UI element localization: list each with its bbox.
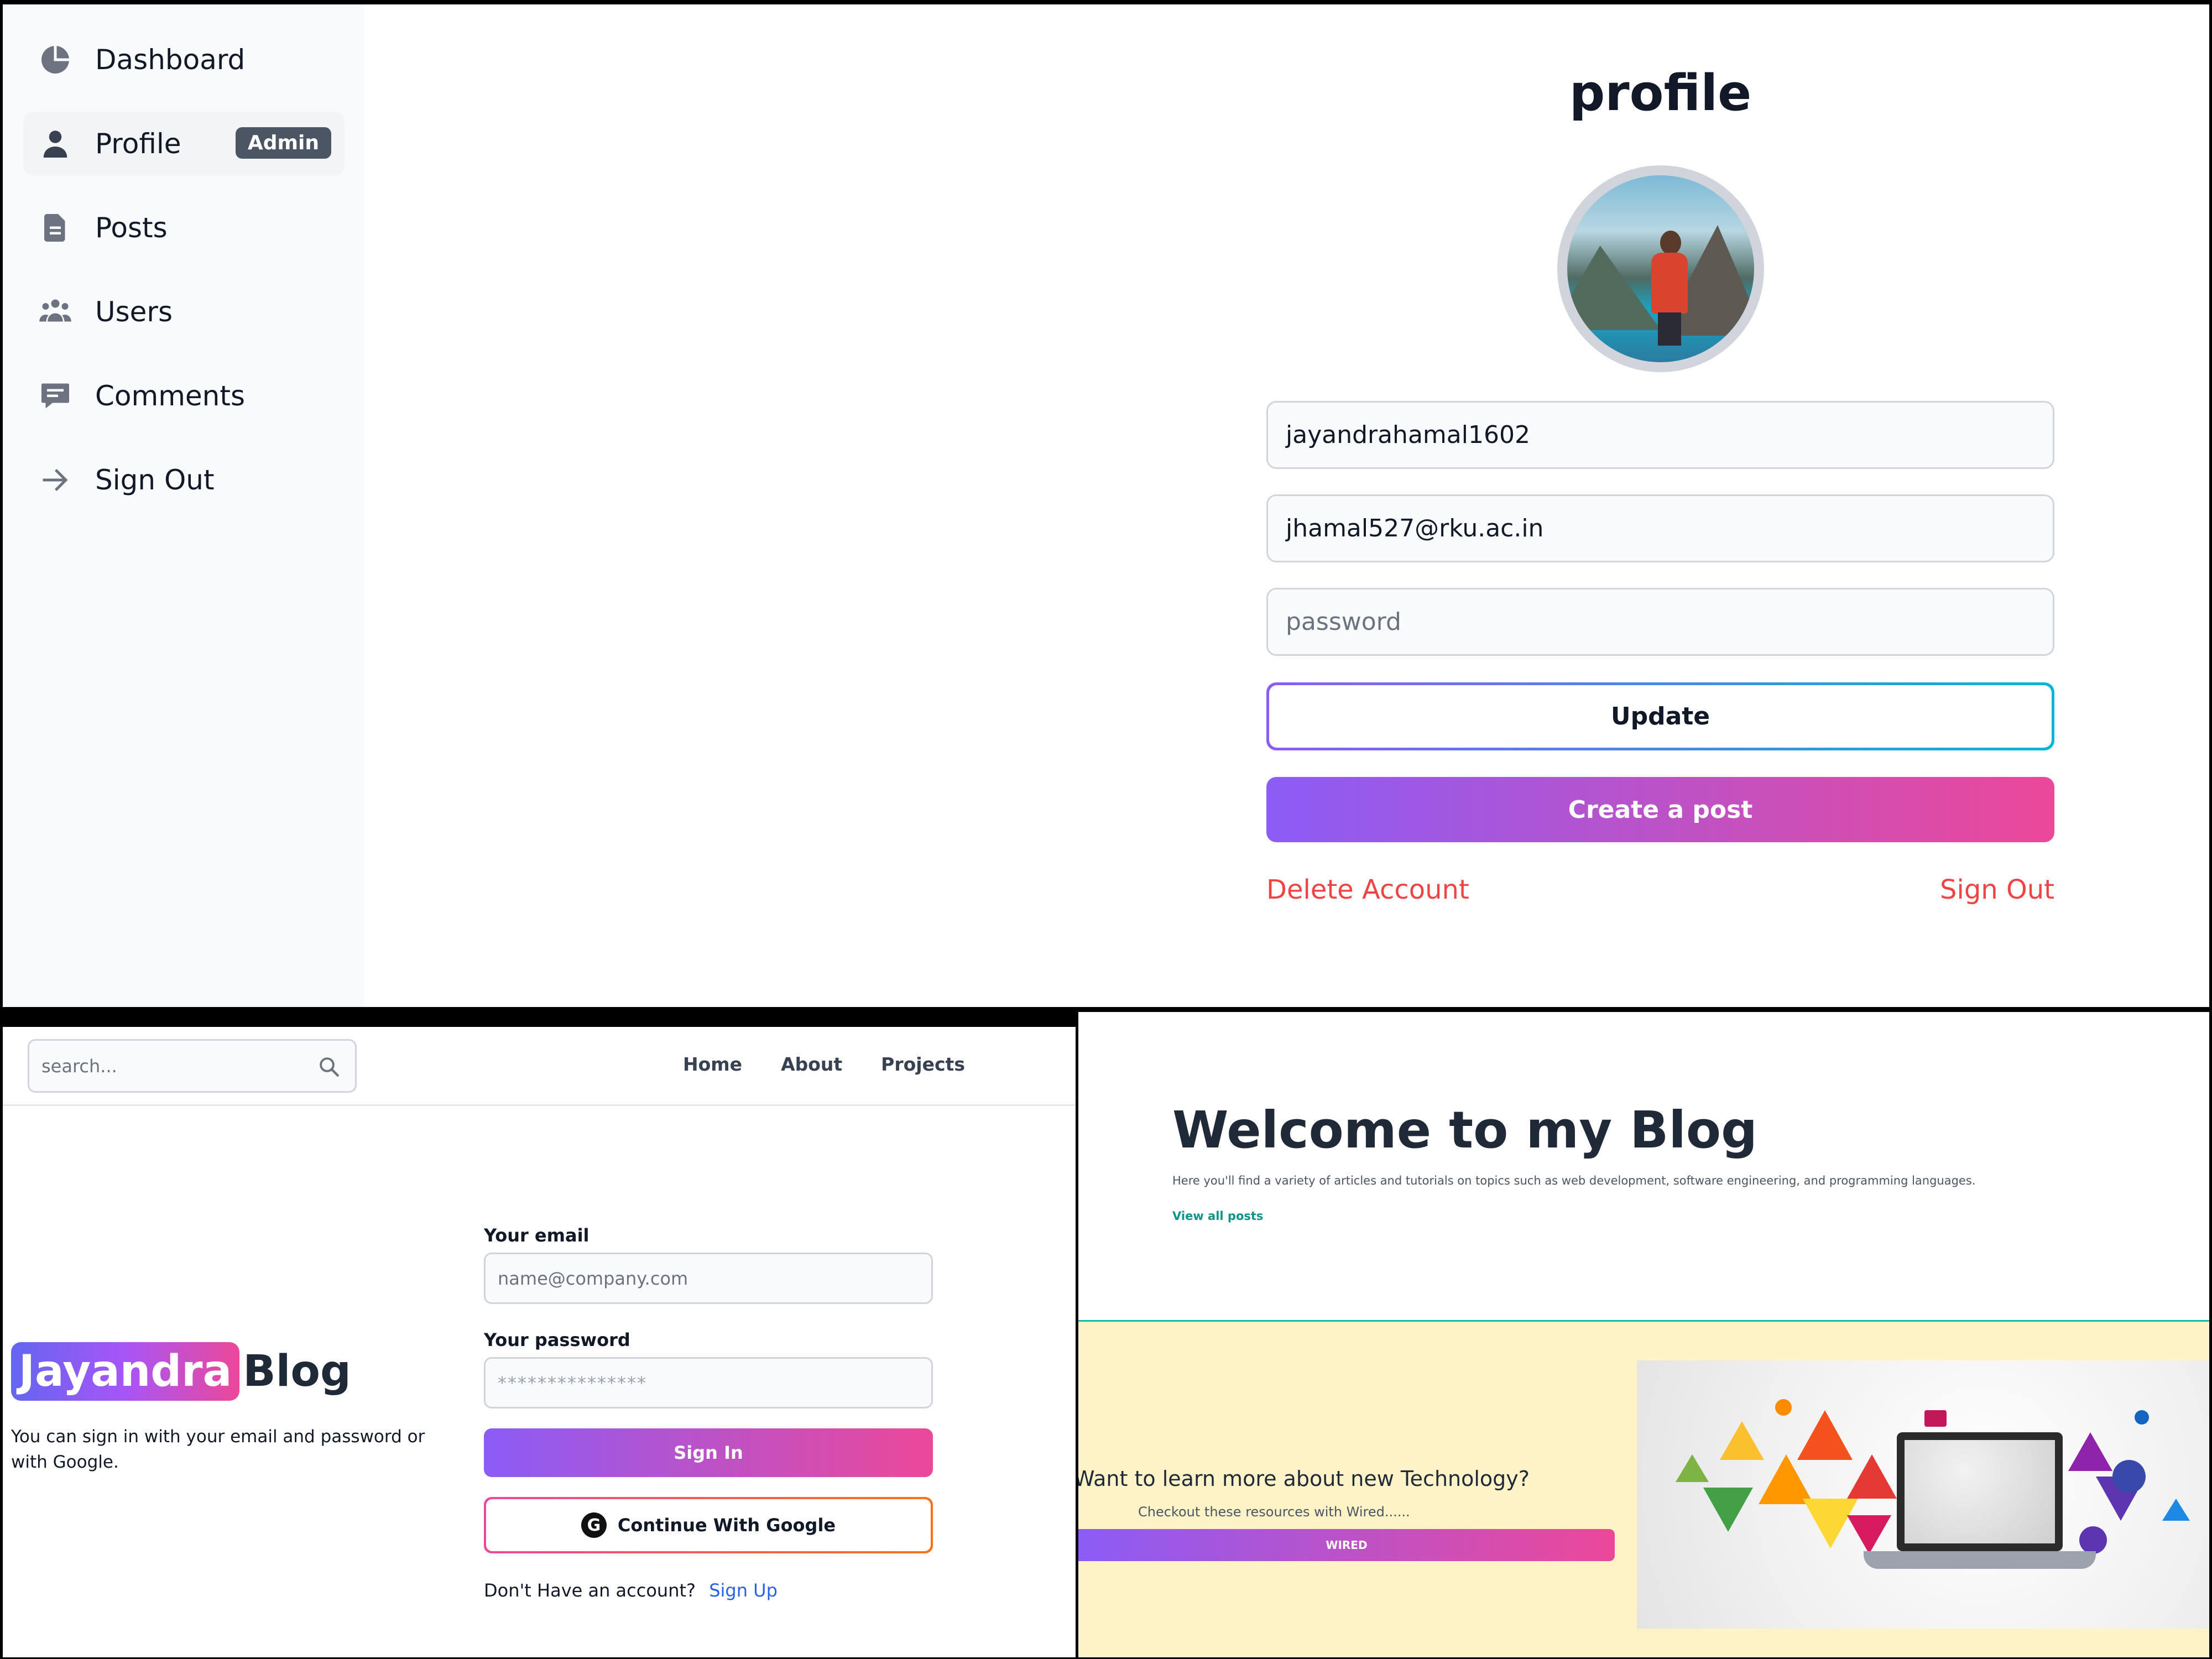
sign-out-link[interactable]: Sign Out [1940, 874, 2054, 905]
cta-subtitle: Checkout these resources with Wired.....… [1138, 1504, 1410, 1520]
nav-links: Home About Projects [683, 1053, 965, 1075]
sidebar-item-users[interactable]: Users [23, 280, 345, 343]
update-button-label: Update [1269, 685, 2052, 748]
hero-subtitle: Here you'll find a variety of articles a… [1172, 1174, 1976, 1187]
sidebar-item-comments[interactable]: Comments [23, 364, 345, 427]
navbar: search... Home About Projects [3, 1027, 1076, 1106]
search-icon[interactable] [317, 1055, 341, 1078]
user-icon [35, 124, 75, 164]
password-label: Your password [484, 1329, 630, 1350]
home-page-panel: Welcome to my Blog Here you'll find a va… [1078, 1012, 2209, 1657]
call-to-action: Want to learn more about new Technology?… [1078, 1320, 2209, 1657]
avatar[interactable] [1557, 165, 1764, 372]
sign-up-row: Don't Have an account? Sign Up [484, 1580, 933, 1601]
sidebar-item-sign-out[interactable]: Sign Out [23, 448, 345, 512]
sidebar-item-dashboard[interactable]: Dashboard [23, 28, 345, 91]
password-field[interactable]: password [1266, 588, 2054, 656]
password-input[interactable]: *************** [484, 1357, 933, 1408]
account-actions: Delete Account Sign Out [1266, 874, 2054, 905]
delete-account-link[interactable]: Delete Account [1266, 874, 1469, 905]
nav-projects[interactable]: Projects [881, 1053, 965, 1075]
sidebar: Dashboard Profile Admin Posts Users Comm… [3, 4, 364, 1007]
google-icon: G [581, 1512, 607, 1538]
admin-badge: Admin [235, 127, 331, 159]
view-all-posts-link[interactable]: View all posts [1172, 1209, 1263, 1223]
hero-title: Welcome to my Blog [1172, 1100, 1757, 1160]
sign-in-form: Your email name@company.com Your passwor… [484, 1225, 933, 1601]
users-icon [35, 292, 75, 332]
profile-form: profile jayandrahamal1602 jhamal527@rku.… [1266, 4, 2054, 905]
email-label: Your email [484, 1225, 589, 1246]
sign-up-link[interactable]: Sign Up [709, 1580, 778, 1601]
cta-question: Want to learn more about new Technology? [1078, 1467, 1530, 1491]
email-input[interactable]: name@company.com [484, 1253, 933, 1304]
brand-highlight: Jayandra [11, 1342, 240, 1401]
sidebar-item-profile[interactable]: Profile Admin [23, 112, 345, 175]
brand-word: Blog [243, 1347, 351, 1396]
update-button[interactable]: Update [1266, 682, 2054, 750]
comment-icon [35, 376, 75, 416]
sidebar-item-label: Sign Out [95, 463, 215, 496]
sidebar-item-label: Comments [95, 379, 246, 412]
sign-in-page-panel: search... Home About Projects Jayandra B… [3, 1027, 1076, 1657]
search-input[interactable]: search... [28, 1039, 357, 1093]
sign-in-note: You can sign in with your email and pass… [11, 1427, 425, 1472]
brand-logo[interactable]: Jayandra Blog [11, 1342, 351, 1401]
sidebar-item-label: Dashboard [95, 43, 246, 76]
technology-illustration [1637, 1360, 2209, 1629]
google-button-label: Continue With Google [617, 1515, 836, 1536]
create-post-button[interactable]: Create a post [1266, 777, 2054, 842]
sidebar-item-label: Profile [95, 127, 181, 160]
document-icon [35, 208, 75, 248]
wired-button[interactable]: WIRED [1078, 1529, 1615, 1561]
no-account-text: Don't Have an account? [484, 1580, 696, 1601]
nav-home[interactable]: Home [683, 1053, 742, 1075]
username-field[interactable]: jayandrahamal1602 [1266, 401, 2054, 469]
google-sign-in-button[interactable]: G Continue With Google [484, 1497, 933, 1553]
pie-chart-icon [35, 40, 75, 80]
sidebar-item-label: Posts [95, 211, 168, 244]
sign-in-button[interactable]: Sign In [484, 1428, 933, 1477]
laptop-icon [1897, 1432, 2063, 1551]
email-field[interactable]: jhamal527@rku.ac.in [1266, 494, 2054, 562]
search-placeholder: search... [41, 1055, 117, 1077]
arrow-right-icon [35, 460, 75, 500]
nav-about[interactable]: About [781, 1053, 842, 1075]
sidebar-item-posts[interactable]: Posts [23, 196, 345, 259]
sidebar-item-label: Users [95, 295, 173, 328]
profile-dashboard-panel: Dashboard Profile Admin Posts Users Comm… [3, 4, 2209, 1007]
page-title: profile [1569, 64, 1752, 122]
